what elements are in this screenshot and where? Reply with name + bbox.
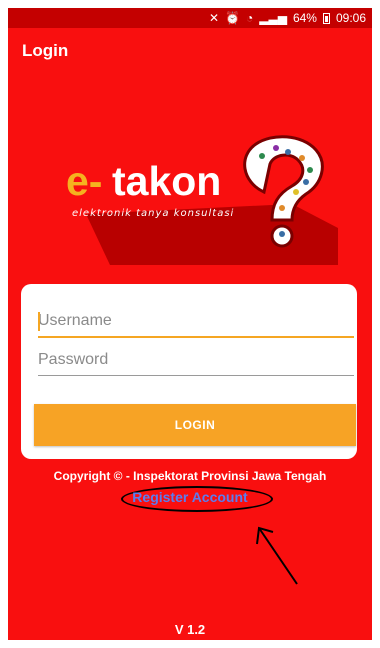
text-cursor — [38, 312, 40, 331]
clock: 09:06 — [335, 11, 366, 25]
battery-icon — [322, 12, 330, 24]
login-card: LOGIN — [21, 284, 357, 459]
logo-brand-name: takon — [112, 158, 221, 204]
username-input[interactable] — [38, 306, 354, 338]
battery-percent: 64% — [292, 11, 317, 25]
signal-icon: ▂▃▅ — [259, 11, 287, 25]
status-bar: ✕ ⏰ ◔ ▂▃▅ 64% 09:06 — [8, 8, 372, 28]
wifi-icon: ◔ — [246, 11, 254, 25]
app-screen: ✕ ⏰ ◔ ▂▃▅ 64% 09:06 Login e- takon elekt… — [8, 8, 372, 640]
logo-brand-e: e- — [66, 158, 102, 204]
register-account-link[interactable]: Register Account — [8, 489, 372, 505]
mute-icon: ✕ — [208, 11, 220, 25]
login-button[interactable]: LOGIN — [34, 404, 356, 446]
version-label: V 1.2 — [174, 622, 206, 637]
password-input[interactable] — [38, 345, 354, 376]
page-title: Login — [22, 41, 69, 60]
etakon-logo: e- takon elektronik tanya konsultasi — [66, 135, 338, 265]
logo-tagline: elektronik tanya konsultasi — [72, 208, 234, 219]
copyright-text: Copyright © - Inspektorat Provinsi Jawa … — [53, 469, 327, 483]
alarm-icon: ⏰ — [225, 11, 240, 25]
annotation-arrow-icon — [256, 526, 298, 585]
